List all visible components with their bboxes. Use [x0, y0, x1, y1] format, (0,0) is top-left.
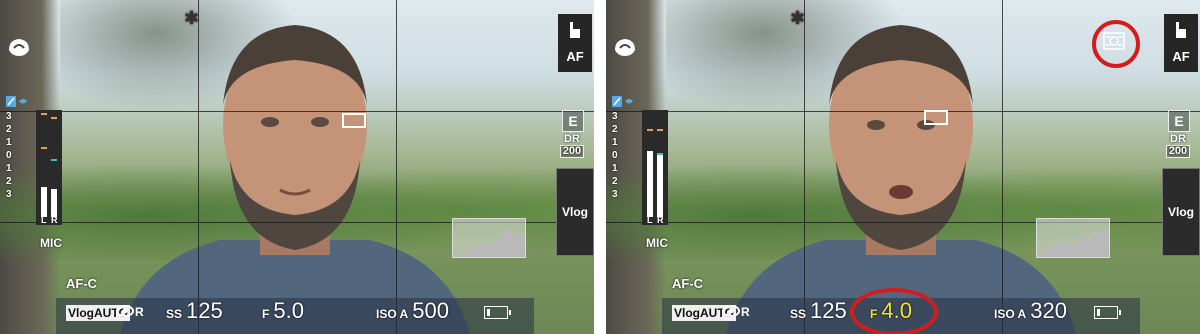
channel-left-label: L: [647, 215, 653, 225]
eye-af-frame: [342, 113, 366, 128]
film-sim-button[interactable]: Vlog: [556, 168, 594, 256]
aperture-value: 4.0: [881, 298, 912, 323]
touch-af-icon: [570, 22, 580, 38]
svg-text:R: R: [135, 305, 144, 319]
channel-right-label: R: [657, 215, 664, 225]
iso-label: ISO A: [376, 307, 409, 321]
af-label: AF: [566, 49, 584, 64]
viewfinder-left: ✱ 3 2 1 0 1 2 3 L R MIC AF E DR 200 Vlog…: [0, 0, 594, 334]
touch-af-button[interactable]: AF: [1164, 14, 1198, 72]
audio-meter: L R: [36, 110, 62, 225]
battery-icon: [484, 306, 511, 319]
e-indicator: E: [562, 110, 584, 132]
film-sim-button[interactable]: Vlog: [1162, 168, 1200, 256]
dynamic-range: DR 200: [1166, 134, 1190, 158]
exposure-scale: 3 2 1 0 1 2 3: [612, 111, 618, 200]
face-detect-icon: [615, 39, 635, 56]
audio-level-left: [41, 113, 47, 217]
aperture: F 5.0: [262, 298, 304, 324]
channel-right-label: R: [51, 215, 58, 225]
eye-af-icon: R: [722, 305, 750, 319]
dr-label: DR: [1170, 133, 1186, 145]
bluetooth-icon: ✱: [790, 8, 806, 28]
aperture-label: F: [262, 307, 270, 321]
audio-meter: L R: [642, 110, 668, 225]
iso-value: 500: [412, 298, 449, 323]
shutter-speed: SS 125: [790, 298, 847, 324]
exposure-comp-icon: [6, 96, 27, 107]
e-indicator: E: [1168, 110, 1190, 132]
dr-label: DR: [564, 133, 580, 145]
aperture-label: F: [870, 307, 878, 321]
svg-text:R: R: [741, 305, 750, 319]
shutter-label: SS: [166, 307, 183, 321]
af-mode: AF-C: [66, 276, 98, 291]
shutter-label: SS: [790, 307, 807, 321]
iso: ISO A 500: [376, 298, 449, 324]
audio-level-right: [657, 129, 663, 217]
bluetooth-icon: ✱: [184, 8, 200, 28]
eye-af-frame: [924, 110, 948, 125]
af-mode: AF-C: [672, 276, 704, 291]
dynamic-range: DR 200: [560, 134, 584, 158]
shutter-value: 125: [810, 298, 847, 323]
battery-icon: [1094, 306, 1121, 319]
defocus-icon: [1103, 32, 1125, 50]
iso-label: ISO A: [994, 307, 1027, 321]
shutter-speed: SS 125: [166, 298, 223, 324]
channel-left-label: L: [41, 215, 47, 225]
aperture-value: 5.0: [273, 298, 304, 323]
exposure-scale: 3 2 1 0 1 2 3: [6, 111, 12, 200]
audio-level-right: [51, 117, 57, 217]
shutter-value: 125: [186, 298, 223, 323]
touch-af-icon: [1176, 22, 1186, 38]
iso-value: 320: [1030, 298, 1067, 323]
exposure-comp-icon: [612, 96, 633, 107]
aperture: F 4.0: [870, 298, 912, 324]
dr-value: 200: [1166, 145, 1190, 158]
histogram: [1036, 218, 1110, 258]
face-detect-icon: [9, 39, 29, 56]
iso: ISO A 320: [994, 298, 1067, 324]
audio-level-left: [647, 129, 653, 217]
af-label: AF: [1172, 49, 1190, 64]
eye-af-icon: R: [116, 305, 144, 319]
viewfinder-right: ✱ 3 2 1 0 1 2 3 L R MIC AF E DR 200 Vlog…: [606, 0, 1200, 334]
touch-af-button[interactable]: AF: [558, 14, 592, 72]
histogram: [452, 218, 526, 258]
dr-value: 200: [560, 145, 584, 158]
mic-label: MIC: [40, 236, 62, 250]
mic-label: MIC: [646, 236, 668, 250]
